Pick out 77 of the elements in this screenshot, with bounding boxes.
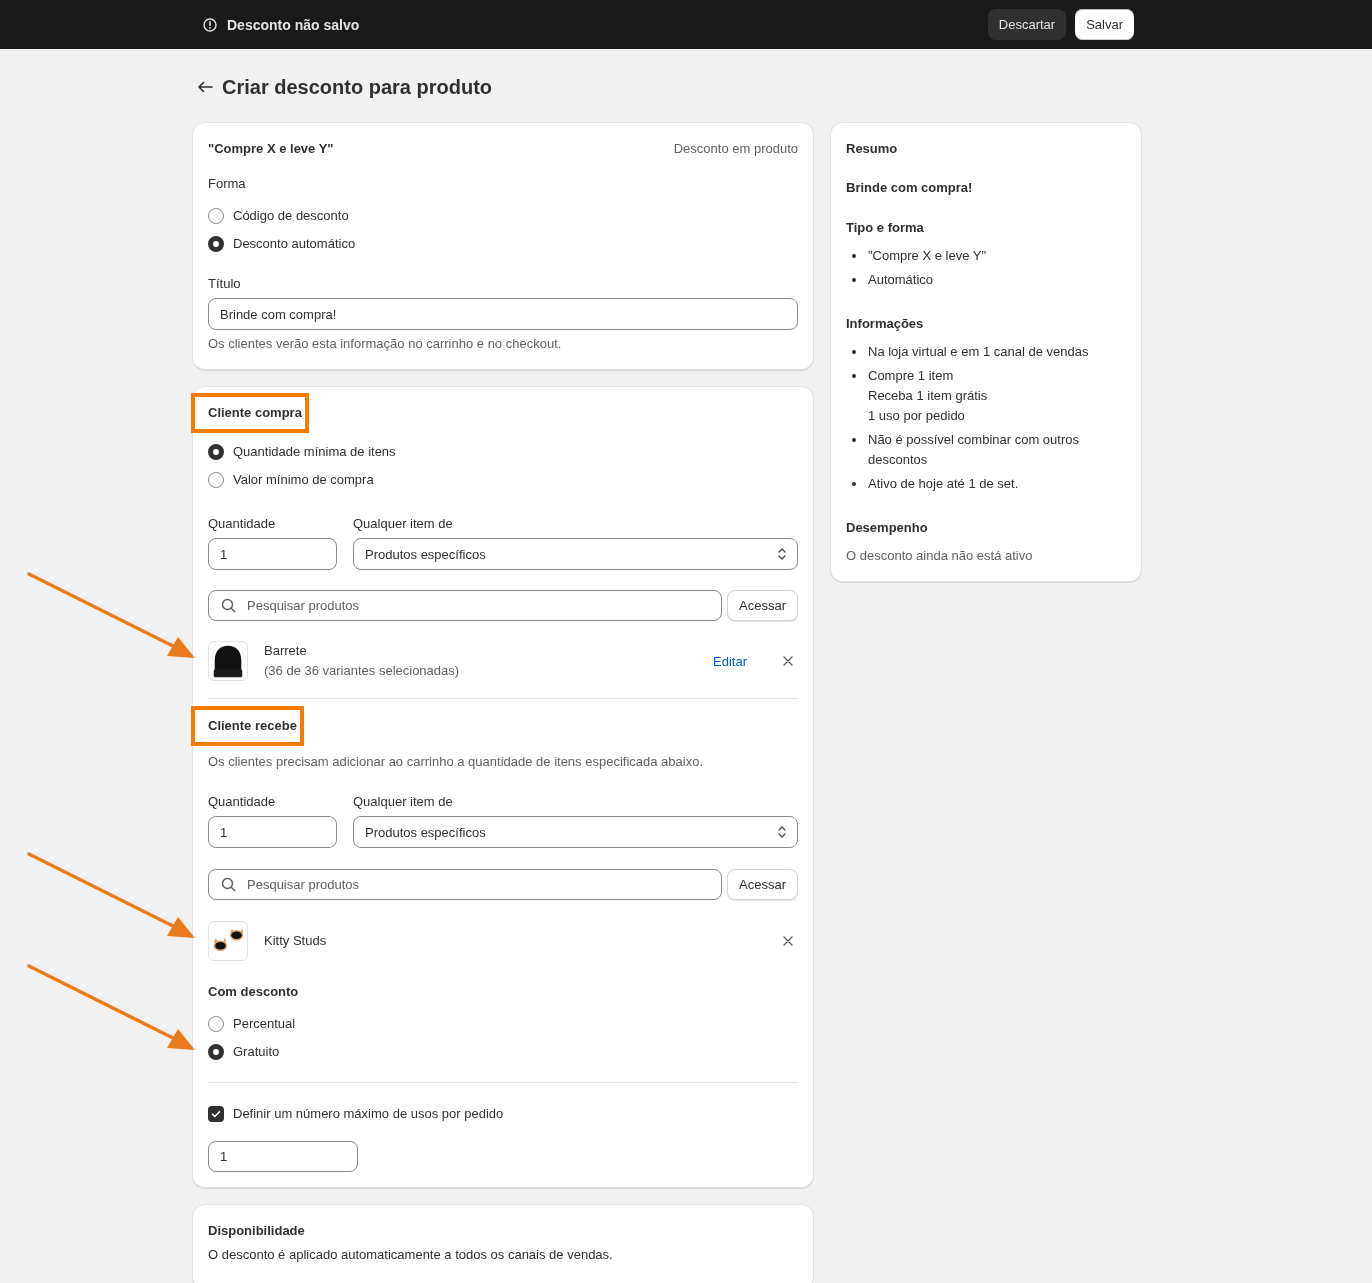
bullet-dot: [852, 350, 856, 354]
summary-detail: Receba 1 item grátis: [868, 387, 989, 405]
radio-button[interactable]: [208, 1044, 224, 1060]
summary-detail: "Compre X e leve Y": [868, 247, 988, 265]
product-name: Kitty Studs: [264, 932, 328, 950]
radio-label: Percentual: [233, 1015, 296, 1033]
quantity-input[interactable]: 1: [208, 538, 337, 570]
products-select[interactable]: Produtos específicos: [353, 538, 798, 570]
summary-detail: O desconto ainda não está ativo: [846, 547, 1034, 565]
search-icon: [221, 598, 236, 613]
browse-button[interactable]: Acessar: [727, 590, 798, 621]
radio-button[interactable]: [208, 208, 224, 224]
summary-heading: Informações: [846, 315, 925, 333]
section-heading: Cliente compra: [208, 405, 302, 420]
earrings-thumbnail: [208, 921, 248, 961]
radio-button[interactable]: [208, 472, 224, 488]
summary-title: Resumo: [846, 140, 899, 158]
search-field[interactable]: Pesquisar produtos: [208, 590, 723, 621]
field-label: Quantidade: [208, 793, 277, 811]
field-label: Qualquer item de: [353, 793, 454, 811]
edit-link[interactable]: Editar: [713, 653, 747, 669]
summary-detail: 1 uso por pedido: [868, 407, 966, 425]
discount-category: Desconto em produto: [673, 140, 798, 158]
chevron-icon: [777, 547, 787, 561]
summary-heading: Desempenho: [846, 519, 929, 537]
help-text: Os clientes verão esta informação no carrinho e no checkout.: [208, 335, 563, 353]
beanie-thumbnail: [208, 641, 248, 681]
radio-label: Valor mínimo de compra: [233, 471, 374, 489]
summary-detail: Ativo de hoje até 1 de set.: [868, 475, 1020, 493]
bullet-dot: [852, 482, 856, 486]
radio-label: Desconto automático: [233, 235, 356, 253]
radio-button[interactable]: [208, 1016, 224, 1032]
radio-button[interactable]: [208, 236, 224, 252]
radio-label: Gratuito: [233, 1043, 280, 1061]
field-label: Qualquer item de: [353, 515, 454, 533]
checkbox[interactable]: [208, 1106, 224, 1122]
field-label: Título: [208, 275, 242, 293]
bullet-dot: [852, 438, 856, 442]
close-icon[interactable]: [783, 936, 793, 946]
bullet-dot: [852, 374, 856, 378]
bullet-dot: [852, 254, 856, 258]
chevron-icon: [777, 825, 787, 839]
max-uses-input[interactable]: 1: [208, 1141, 358, 1172]
summary-heading: Tipo e forma: [846, 219, 925, 237]
radio-label: Código de desconto: [233, 207, 349, 225]
quantity-input[interactable]: 1: [208, 816, 337, 848]
section-description: Os clientes precisam adicionar ao carrinho a quantidade de itens especificada abaixo.: [208, 753, 704, 771]
summary-detail: Não é possível combinar com outros descontos: [868, 431, 1080, 469]
alert-icon: [203, 17, 217, 32]
summary-detail: Automático: [868, 271, 935, 289]
page-title: Criar desconto para produto: [222, 75, 493, 99]
save-button[interactable]: Salvar: [1075, 9, 1134, 40]
discount-name: Brinde com compra!: [846, 179, 974, 197]
browse-button[interactable]: Acessar: [727, 869, 798, 900]
back-arrow-icon[interactable]: [197, 81, 213, 93]
search-field[interactable]: Pesquisar produtos: [208, 869, 723, 900]
close-icon[interactable]: [783, 656, 793, 666]
summary-detail: Na loja virtual e em 1 canal de vendas: [868, 343, 1090, 361]
field-label: Quantidade: [208, 515, 277, 533]
checkbox-label: Definir um número máximo de usos por pedido: [233, 1105, 504, 1123]
section-heading: Cliente recebe: [208, 718, 297, 733]
section-label: Forma: [208, 175, 247, 193]
bullet-dot: [852, 278, 856, 282]
discount-type-title: "Compre X e leve Y": [208, 140, 334, 158]
radio-button[interactable]: [208, 444, 224, 460]
discard-button[interactable]: Descartar: [987, 9, 1067, 40]
product-variants: (36 de 36 variantes selecionadas): [264, 662, 461, 680]
radio-label: Quantidade mínima de itens: [233, 443, 396, 461]
section-heading: Disponibilidade: [208, 1222, 306, 1240]
title-input[interactable]: Brinde com compra!: [208, 298, 798, 330]
unsaved-status: Desconto não salvo: [227, 16, 360, 33]
product-name: Barrete: [264, 642, 308, 660]
section-label: Com desconto: [208, 983, 300, 1001]
search-icon: [221, 877, 236, 892]
summary-detail: Compre 1 item: [868, 367, 955, 385]
products-select[interactable]: Produtos específicos: [353, 816, 798, 848]
availability-text: O desconto é aplicado automaticamente a todos os canais de vendas.: [208, 1246, 614, 1264]
